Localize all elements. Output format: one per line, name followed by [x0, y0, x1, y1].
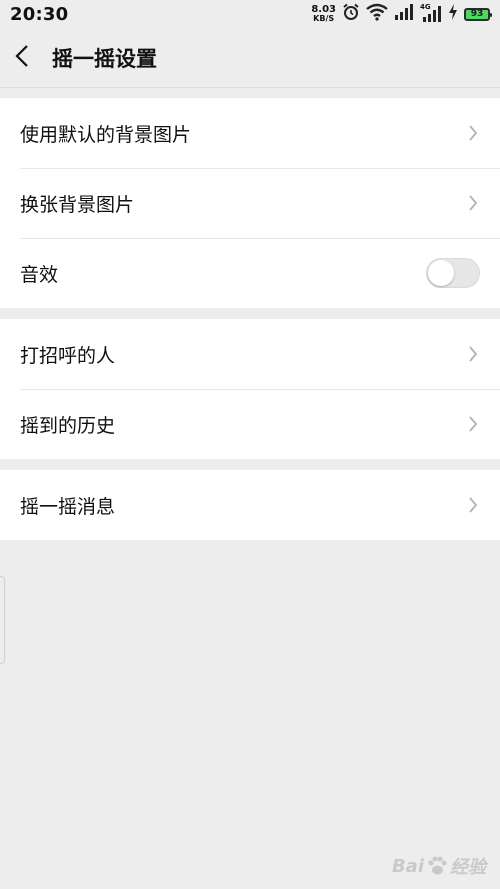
chevron-right-icon — [466, 193, 480, 213]
chevron-left-icon — [14, 44, 30, 72]
setting-default-background[interactable]: 使用默认的背景图片 — [0, 98, 500, 168]
charging-icon — [448, 4, 458, 24]
status-bar: 20:30 8.03 KB/S 4G 93 — [0, 0, 500, 28]
setting-greeted-people[interactable]: 打招呼的人 — [0, 319, 500, 389]
setting-sound-effect: 音效 — [0, 238, 500, 308]
sound-effect-toggle[interactable] — [426, 258, 480, 288]
status-time: 20:30 — [10, 3, 69, 25]
settings-group-background: 使用默认的背景图片 换张背景图片 音效 — [0, 98, 500, 308]
network-speed-unit: KB/S — [313, 14, 335, 23]
wifi-icon — [366, 3, 388, 25]
chevron-right-icon — [466, 414, 480, 434]
watermark-text-left: Bai — [391, 855, 424, 877]
setting-shake-history[interactable]: 摇到的历史 — [0, 389, 500, 459]
toggle-knob — [428, 260, 454, 286]
chevron-right-icon — [466, 495, 480, 515]
chevron-right-icon — [466, 344, 480, 364]
setting-label: 打招呼的人 — [20, 344, 116, 367]
signal-icon — [394, 4, 414, 24]
setting-change-background[interactable]: 换张背景图片 — [0, 168, 500, 238]
paw-logo-icon — [426, 855, 448, 877]
alarm-icon — [342, 3, 360, 25]
baidu-watermark: Bai 经验 — [392, 853, 486, 879]
signal-4g-icon: 4G — [420, 3, 442, 22]
settings-group-messages: 摇一摇消息 — [0, 470, 500, 540]
setting-label: 使用默认的背景图片 — [20, 123, 192, 146]
page-title: 摇一摇设置 — [52, 47, 157, 71]
header: 摇一摇设置 — [0, 28, 500, 88]
network-speed: 8.03 KB/S — [311, 5, 336, 23]
chevron-right-icon — [466, 123, 480, 143]
setting-label: 摇到的历史 — [20, 414, 116, 437]
header-divider — [0, 87, 500, 88]
setting-label: 音效 — [20, 263, 59, 286]
watermark-text-right: 经验 — [450, 857, 486, 878]
setting-shake-messages[interactable]: 摇一摇消息 — [0, 470, 500, 540]
network-type-label: 4G — [420, 3, 431, 11]
battery-indicator: 93 — [464, 7, 492, 21]
setting-label: 摇一摇消息 — [20, 495, 116, 518]
battery-level: 93 — [470, 9, 484, 19]
floating-side-handle[interactable] — [0, 576, 5, 664]
back-button[interactable] — [14, 38, 50, 78]
status-icons: 8.03 KB/S 4G 93 — [311, 3, 492, 25]
setting-label: 换张背景图片 — [20, 193, 135, 216]
settings-group-people: 打招呼的人 摇到的历史 — [0, 319, 500, 459]
